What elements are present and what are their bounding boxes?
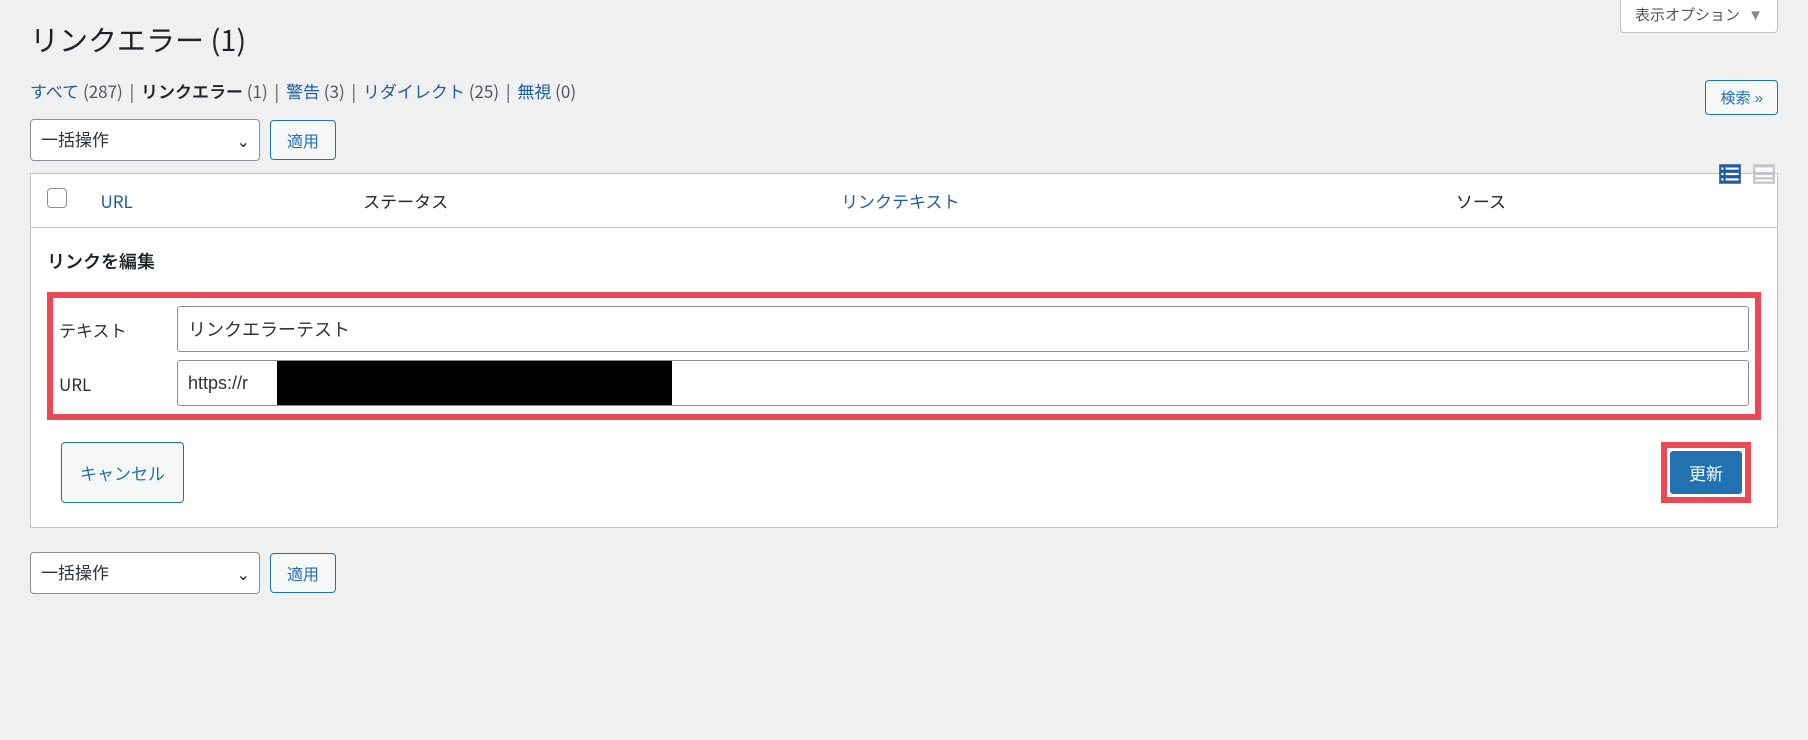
chevron-down-icon: ▼ bbox=[1748, 7, 1763, 24]
filter-redirect[interactable]: リダイレクト bbox=[363, 78, 465, 103]
edit-heading: リンクを編集 bbox=[47, 248, 1761, 274]
screen-options-label: 表示オプション bbox=[1635, 7, 1740, 24]
page-title: リンクエラー (1) bbox=[30, 0, 1778, 78]
filter-ignore-count: (0) bbox=[555, 78, 576, 103]
filter-linkerror[interactable]: リンクエラー bbox=[141, 78, 243, 103]
filter-ignore[interactable]: 無視 bbox=[517, 78, 551, 103]
filter-all-count: (287) bbox=[83, 78, 123, 103]
bulk-apply-button-bottom[interactable]: 適用 bbox=[270, 553, 336, 593]
inline-edit-row: リンクを編集 テキスト URL bbox=[31, 228, 1778, 528]
col-status: ステータス bbox=[347, 174, 825, 228]
bulk-action-select-top[interactable]: 一括操作 bbox=[30, 119, 260, 161]
search-button[interactable]: 検索 » bbox=[1705, 80, 1778, 115]
edit-text-input[interactable] bbox=[177, 306, 1749, 352]
filter-subnav: すべて (287) | リンクエラー (1) | 警告 (3) | リダイレクト… bbox=[30, 78, 1778, 103]
col-url[interactable]: URL bbox=[85, 174, 348, 228]
filter-warning-count: (3) bbox=[324, 78, 345, 103]
update-button[interactable]: 更新 bbox=[1670, 451, 1742, 494]
bulk-apply-button-top[interactable]: 適用 bbox=[270, 120, 336, 160]
edit-fields-highlight: テキスト URL bbox=[47, 292, 1761, 420]
col-linktext[interactable]: リンクテキスト bbox=[825, 174, 1440, 228]
bulk-action-select-bottom[interactable]: 一括操作 bbox=[30, 552, 260, 594]
filter-linkerror-count: (1) bbox=[247, 78, 268, 103]
filter-warning[interactable]: 警告 bbox=[286, 78, 320, 103]
select-all-checkbox[interactable] bbox=[47, 188, 67, 208]
filter-all[interactable]: すべて bbox=[30, 78, 79, 103]
links-table: URL ステータス リンクテキスト ソース リンクを編集 テキスト bbox=[30, 173, 1778, 528]
screen-options-button[interactable]: 表示オプション ▼ bbox=[1620, 0, 1778, 33]
view-list-icon[interactable] bbox=[1716, 160, 1744, 188]
cancel-button[interactable]: キャンセル bbox=[61, 442, 184, 503]
edit-text-label: テキスト bbox=[59, 317, 177, 342]
edit-url-label: URL bbox=[59, 371, 177, 396]
filter-redirect-count: (25) bbox=[469, 78, 499, 103]
update-highlight: 更新 bbox=[1661, 442, 1751, 503]
redacted-mask bbox=[277, 361, 672, 405]
view-excerpt-icon[interactable] bbox=[1750, 160, 1778, 188]
